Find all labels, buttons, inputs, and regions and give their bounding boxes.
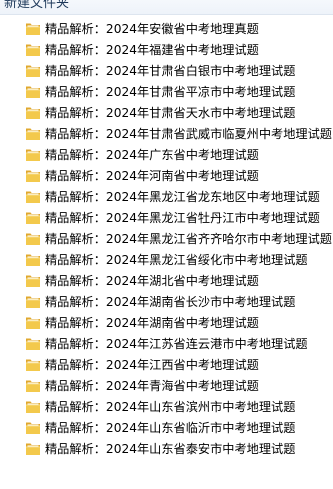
file-list-item[interactable]: 精品解析：2024年山东省临沂市中考地理试题 bbox=[0, 417, 333, 438]
folder-icon bbox=[26, 233, 40, 245]
file-name-label: 精品解析：2024年甘肃省武威市临夏州中考地理试题 bbox=[45, 126, 332, 141]
file-name-label: 精品解析：2024年甘肃省白银市中考地理试题 bbox=[45, 63, 296, 78]
file-name-label: 精品解析：2024年山东省泰安市中考地理试题 bbox=[45, 441, 296, 456]
file-list-item[interactable]: 精品解析：2024年甘肃省天水市中考地理试题 bbox=[0, 102, 333, 123]
file-list-item[interactable]: 精品解析：2024年甘肃省武威市临夏州中考地理试题 bbox=[0, 123, 333, 144]
file-name-label: 精品解析：2024年江苏省连云港市中考地理试题 bbox=[45, 336, 308, 351]
file-name-label: 精品解析：2024年黑龙江省龙东地区中考地理试题 bbox=[45, 189, 320, 204]
folder-icon bbox=[26, 254, 40, 266]
file-list-item[interactable]: 精品解析：2024年黑龙江省龙东地区中考地理试题 bbox=[0, 186, 333, 207]
folder-icon bbox=[26, 107, 40, 119]
file-list-item[interactable]: 精品解析：2024年河南省中考地理试题 bbox=[0, 165, 333, 186]
folder-icon bbox=[26, 44, 40, 56]
folder-icon bbox=[26, 401, 40, 413]
file-list-item[interactable]: 精品解析：2024年甘肃省白银市中考地理试题 bbox=[0, 60, 333, 81]
file-list-item[interactable]: 精品解析：2024年黑龙江省绥化市中考地理试题 bbox=[0, 249, 333, 270]
file-name-label: 精品解析：2024年湖北省中考地理试题 bbox=[45, 273, 259, 288]
file-name-label: 精品解析：2024年黑龙江省齐齐哈尔市中考地理试题 bbox=[45, 231, 332, 246]
file-list-item[interactable]: 精品解析：2024年山东省滨州市中考地理试题 bbox=[0, 396, 333, 417]
file-list-item[interactable]: 精品解析：2024年湖北省中考地理试题 bbox=[0, 270, 333, 291]
folder-icon bbox=[26, 170, 40, 182]
file-name-label: 精品解析：2024年黑龙江省牡丹江市中考地理试题 bbox=[45, 210, 320, 225]
folder-icon bbox=[26, 380, 40, 392]
file-name-label: 精品解析：2024年甘肃省平凉市中考地理试题 bbox=[45, 84, 296, 99]
file-name-label: 精品解析：2024年青海省中考地理试题 bbox=[45, 378, 259, 393]
folder-icon bbox=[26, 443, 40, 455]
file-list-item[interactable]: 精品解析：2024年黑龙江省牡丹江市中考地理试题 bbox=[0, 207, 333, 228]
file-name-label: 精品解析：2024年广东省中考地理试题 bbox=[45, 147, 259, 162]
file-name-label: 精品解析：2024年江西省中考地理试题 bbox=[45, 357, 259, 372]
file-list-item[interactable]: 精品解析：2024年湖南省中考地理试题 bbox=[0, 312, 333, 333]
explorer-toolbar: 新建文件夹 bbox=[0, 0, 333, 15]
folder-icon bbox=[26, 422, 40, 434]
folder-icon bbox=[26, 149, 40, 161]
file-name-label: 精品解析：2024年黑龙江省绥化市中考地理试题 bbox=[45, 252, 308, 267]
file-list-item[interactable]: 精品解析：2024年青海省中考地理试题 bbox=[0, 375, 333, 396]
folder-icon bbox=[26, 275, 40, 287]
file-name-label: 精品解析：2024年山东省滨州市中考地理试题 bbox=[45, 399, 296, 414]
file-name-label: 精品解析：2024年湖南省长沙市中考地理试题 bbox=[45, 294, 296, 309]
file-name-label: 精品解析：2024年河南省中考地理试题 bbox=[45, 168, 259, 183]
file-name-label: 精品解析：2024年安徽省中考地理真题 bbox=[45, 21, 259, 36]
file-list-item[interactable]: 精品解析：2024年甘肃省平凉市中考地理试题 bbox=[0, 81, 333, 102]
file-list-item[interactable]: 精品解析：2024年广东省中考地理试题 bbox=[0, 144, 333, 165]
file-list-item[interactable]: 精品解析：2024年江西省中考地理试题 bbox=[0, 354, 333, 375]
folder-icon bbox=[26, 317, 40, 329]
file-name-label: 精品解析：2024年福建省中考地理试题 bbox=[45, 42, 259, 57]
folder-icon bbox=[26, 86, 40, 98]
file-list-item[interactable]: 精品解析：2024年安徽省中考地理真题 bbox=[0, 18, 333, 39]
file-list-item[interactable]: 精品解析：2024年江苏省连云港市中考地理试题 bbox=[0, 333, 333, 354]
file-name-label: 精品解析：2024年山东省临沂市中考地理试题 bbox=[45, 420, 296, 435]
file-name-label: 精品解析：2024年甘肃省天水市中考地理试题 bbox=[45, 105, 296, 120]
new-folder-button[interactable]: 新建文件夹 bbox=[4, 0, 69, 11]
folder-icon bbox=[26, 191, 40, 203]
file-list-item[interactable]: 精品解析：2024年福建省中考地理试题 bbox=[0, 39, 333, 60]
file-list-item[interactable]: 精品解析：2024年湖南省长沙市中考地理试题 bbox=[0, 291, 333, 312]
folder-icon bbox=[26, 359, 40, 371]
folder-icon bbox=[26, 296, 40, 308]
file-list: 精品解析：2024年安徽省中考地理真题 精品解析：2024年福建省中考地理试题 精品… bbox=[0, 18, 333, 459]
folder-icon bbox=[26, 128, 40, 140]
folder-icon bbox=[26, 65, 40, 77]
file-name-label: 精品解析：2024年湖南省中考地理试题 bbox=[45, 315, 259, 330]
folder-icon bbox=[26, 212, 40, 224]
folder-icon bbox=[26, 23, 40, 35]
folder-icon bbox=[26, 338, 40, 350]
file-list-item[interactable]: 精品解析：2024年黑龙江省齐齐哈尔市中考地理试题 bbox=[0, 228, 333, 249]
file-list-item[interactable]: 精品解析：2024年山东省泰安市中考地理试题 bbox=[0, 438, 333, 459]
